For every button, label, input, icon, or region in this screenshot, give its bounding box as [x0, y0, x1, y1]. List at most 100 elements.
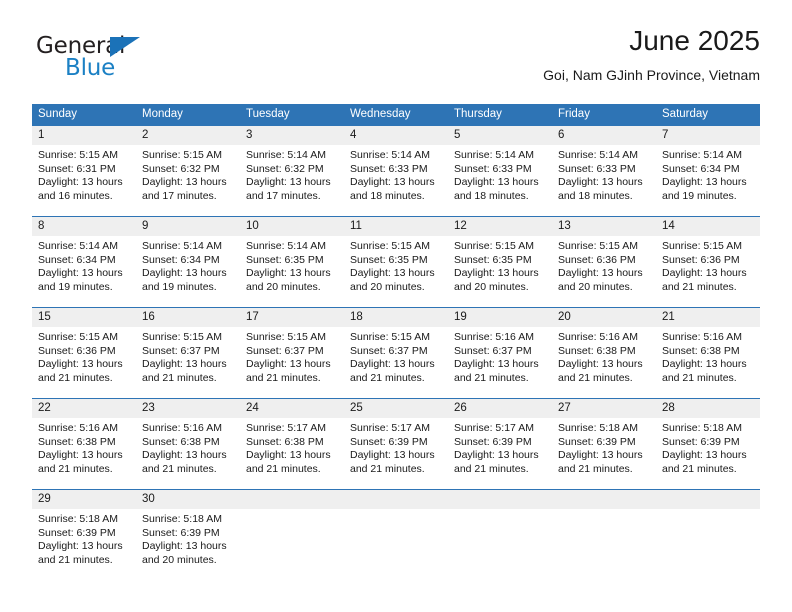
sunset-time: Sunset: 6:37 PM [142, 344, 220, 357]
daylight-duration-line2: and 17 minutes. [246, 189, 321, 202]
sunset-time: Sunset: 6:39 PM [38, 526, 116, 539]
sunrise-time: Sunrise: 5:16 AM [662, 331, 742, 343]
day-details: Sunrise: 5:14 AM Sunset: 6:32 PM Daylight:… [240, 145, 344, 203]
calendar-day-cell[interactable]: 25 Sunrise: 5:17 AM Sunset: 6:39 PM Dayligh… [344, 399, 448, 489]
daylight-duration-line2: and 21 minutes. [246, 371, 321, 384]
daylight-duration-line1: Daylight: 13 hours [662, 267, 747, 279]
calendar-week-row: 8 Sunrise: 5:14 AM Sunset: 6:34 PM Daylight… [32, 216, 760, 307]
day-details: Sunrise: 5:15 AM Sunset: 6:37 PM Daylight:… [136, 327, 240, 385]
day-number: 3 [240, 126, 344, 145]
sunset-time: Sunset: 6:38 PM [246, 435, 324, 448]
calendar-day-cell[interactable]: 8 Sunrise: 5:14 AM Sunset: 6:34 PM Daylight… [32, 217, 136, 307]
sunset-time: Sunset: 6:32 PM [142, 162, 220, 175]
day-number: 12 [448, 217, 552, 236]
calendar-day-cell[interactable]: 27 Sunrise: 5:18 AM Sunset: 6:39 PM Dayligh… [552, 399, 656, 489]
calendar-day-cell[interactable]: 24 Sunrise: 5:17 AM Sunset: 6:38 PM Dayligh… [240, 399, 344, 489]
sunrise-time: Sunrise: 5:14 AM [142, 240, 222, 252]
calendar-day-cell[interactable]: 26 Sunrise: 5:17 AM Sunset: 6:39 PM Dayligh… [448, 399, 552, 489]
calendar-day-cell[interactable]: 3 Sunrise: 5:14 AM Sunset: 6:32 PM Daylight… [240, 126, 344, 216]
day-number: 27 [552, 399, 656, 418]
weekday-header-sunday: Sunday [38, 108, 78, 120]
sunrise-time: Sunrise: 5:16 AM [558, 331, 638, 343]
sunrise-time: Sunrise: 5:17 AM [246, 422, 326, 434]
calendar-week-row: 22 Sunrise: 5:16 AM Sunset: 6:38 PM Dayligh… [32, 398, 760, 489]
sunrise-time: Sunrise: 5:14 AM [662, 149, 742, 161]
day-details [344, 509, 448, 513]
weekday-header-saturday: Saturday [662, 108, 709, 120]
calendar-day-cell[interactable]: 19 Sunrise: 5:16 AM Sunset: 6:37 PM Dayligh… [448, 308, 552, 398]
daylight-duration-line1: Daylight: 13 hours [142, 540, 227, 552]
daylight-duration-line2: and 20 minutes. [350, 280, 425, 293]
sunrise-time: Sunrise: 5:15 AM [38, 149, 118, 161]
calendar-day-cell[interactable]: 4 Sunrise: 5:14 AM Sunset: 6:33 PM Daylight… [344, 126, 448, 216]
daylight-duration-line1: Daylight: 13 hours [558, 449, 643, 461]
day-details [656, 509, 760, 513]
day-details: Sunrise: 5:15 AM Sunset: 6:35 PM Daylight:… [448, 236, 552, 294]
sunrise-time: Sunrise: 5:14 AM [350, 149, 430, 161]
daylight-duration-line2: and 21 minutes. [142, 462, 217, 475]
day-details: Sunrise: 5:15 AM Sunset: 6:32 PM Daylight:… [136, 145, 240, 203]
sunset-time: Sunset: 6:39 PM [558, 435, 636, 448]
calendar-day-cell[interactable]: 21 Sunrise: 5:16 AM Sunset: 6:38 PM Dayligh… [656, 308, 760, 398]
calendar-day-cell[interactable]: 5 Sunrise: 5:14 AM Sunset: 6:33 PM Daylight… [448, 126, 552, 216]
calendar-day-cell[interactable]: 22 Sunrise: 5:16 AM Sunset: 6:38 PM Dayligh… [32, 399, 136, 489]
calendar-day-cell[interactable]: 6 Sunrise: 5:14 AM Sunset: 6:33 PM Daylight… [552, 126, 656, 216]
calendar-day-cell[interactable]: 16 Sunrise: 5:15 AM Sunset: 6:37 PM Dayligh… [136, 308, 240, 398]
weekday-header-thursday: Thursday [454, 108, 502, 120]
calendar-day-cell[interactable]: 13 Sunrise: 5:15 AM Sunset: 6:36 PM Dayligh… [552, 217, 656, 307]
calendar-day-cell[interactable]: 17 Sunrise: 5:15 AM Sunset: 6:37 PM Dayligh… [240, 308, 344, 398]
day-details [240, 509, 344, 513]
day-details: Sunrise: 5:15 AM Sunset: 6:31 PM Daylight:… [32, 145, 136, 203]
weekday-header-monday: Monday [142, 108, 183, 120]
day-details: Sunrise: 5:14 AM Sunset: 6:34 PM Daylight:… [136, 236, 240, 294]
calendar-day-cell-empty [344, 490, 448, 580]
daylight-duration-line2: and 21 minutes. [558, 371, 633, 384]
calendar-day-cell[interactable]: 23 Sunrise: 5:16 AM Sunset: 6:38 PM Dayligh… [136, 399, 240, 489]
day-number: 1 [32, 126, 136, 145]
calendar-day-cell[interactable]: 29 Sunrise: 5:18 AM Sunset: 6:39 PM Dayligh… [32, 490, 136, 580]
daylight-duration-line2: and 21 minutes. [142, 371, 217, 384]
calendar-day-cell[interactable]: 11 Sunrise: 5:15 AM Sunset: 6:35 PM Dayligh… [344, 217, 448, 307]
daylight-duration-line1: Daylight: 13 hours [454, 449, 539, 461]
daylight-duration-line2: and 21 minutes. [38, 462, 113, 475]
sunrise-time: Sunrise: 5:14 AM [246, 240, 326, 252]
daylight-duration-line2: and 20 minutes. [454, 280, 529, 293]
sunrise-time: Sunrise: 5:15 AM [558, 240, 638, 252]
sunrise-time: Sunrise: 5:16 AM [142, 422, 222, 434]
daylight-duration-line2: and 20 minutes. [558, 280, 633, 293]
daylight-duration-line2: and 19 minutes. [142, 280, 217, 293]
page-header: General Blue June 2025 Goi, Nam GJinh Pr… [32, 24, 760, 88]
calendar-day-cell[interactable]: 10 Sunrise: 5:14 AM Sunset: 6:35 PM Dayligh… [240, 217, 344, 307]
calendar-day-cell[interactable]: 2 Sunrise: 5:15 AM Sunset: 6:32 PM Daylight… [136, 126, 240, 216]
logo-text-blue: Blue [65, 55, 116, 81]
day-number: 6 [552, 126, 656, 145]
daylight-duration-line1: Daylight: 13 hours [662, 449, 747, 461]
daylight-duration-line2: and 16 minutes. [38, 189, 113, 202]
daylight-duration-line1: Daylight: 13 hours [662, 358, 747, 370]
sunrise-time: Sunrise: 5:17 AM [454, 422, 534, 434]
calendar-day-cell[interactable]: 7 Sunrise: 5:14 AM Sunset: 6:34 PM Daylight… [656, 126, 760, 216]
calendar-day-cell[interactable]: 15 Sunrise: 5:15 AM Sunset: 6:36 PM Dayligh… [32, 308, 136, 398]
calendar-week-row: 1 Sunrise: 5:15 AM Sunset: 6:31 PM Daylight… [32, 126, 760, 216]
calendar-day-cell[interactable]: 18 Sunrise: 5:15 AM Sunset: 6:37 PM Dayligh… [344, 308, 448, 398]
calendar-day-cell[interactable]: 9 Sunrise: 5:14 AM Sunset: 6:34 PM Daylight… [136, 217, 240, 307]
day-number: 18 [344, 308, 448, 327]
day-details [552, 509, 656, 513]
daylight-duration-line1: Daylight: 13 hours [246, 176, 331, 188]
calendar-day-cell[interactable]: 30 Sunrise: 5:18 AM Sunset: 6:39 PM Dayligh… [136, 490, 240, 580]
day-details: Sunrise: 5:18 AM Sunset: 6:39 PM Daylight:… [32, 509, 136, 567]
sunrise-time: Sunrise: 5:18 AM [142, 513, 222, 525]
calendar-day-cell[interactable]: 14 Sunrise: 5:15 AM Sunset: 6:36 PM Dayligh… [656, 217, 760, 307]
calendar-day-cell[interactable]: 28 Sunrise: 5:18 AM Sunset: 6:39 PM Dayligh… [656, 399, 760, 489]
daylight-duration-line1: Daylight: 13 hours [38, 358, 123, 370]
day-number: 8 [32, 217, 136, 236]
sunset-time: Sunset: 6:36 PM [38, 344, 116, 357]
calendar-day-cell[interactable]: 20 Sunrise: 5:16 AM Sunset: 6:38 PM Dayligh… [552, 308, 656, 398]
calendar-day-cell[interactable]: 12 Sunrise: 5:15 AM Sunset: 6:35 PM Dayligh… [448, 217, 552, 307]
daylight-duration-line2: and 21 minutes. [454, 371, 529, 384]
day-details: Sunrise: 5:14 AM Sunset: 6:34 PM Daylight:… [32, 236, 136, 294]
calendar-day-cell[interactable]: 1 Sunrise: 5:15 AM Sunset: 6:31 PM Daylight… [32, 126, 136, 216]
day-number: 17 [240, 308, 344, 327]
daylight-duration-line1: Daylight: 13 hours [662, 176, 747, 188]
day-number: 10 [240, 217, 344, 236]
